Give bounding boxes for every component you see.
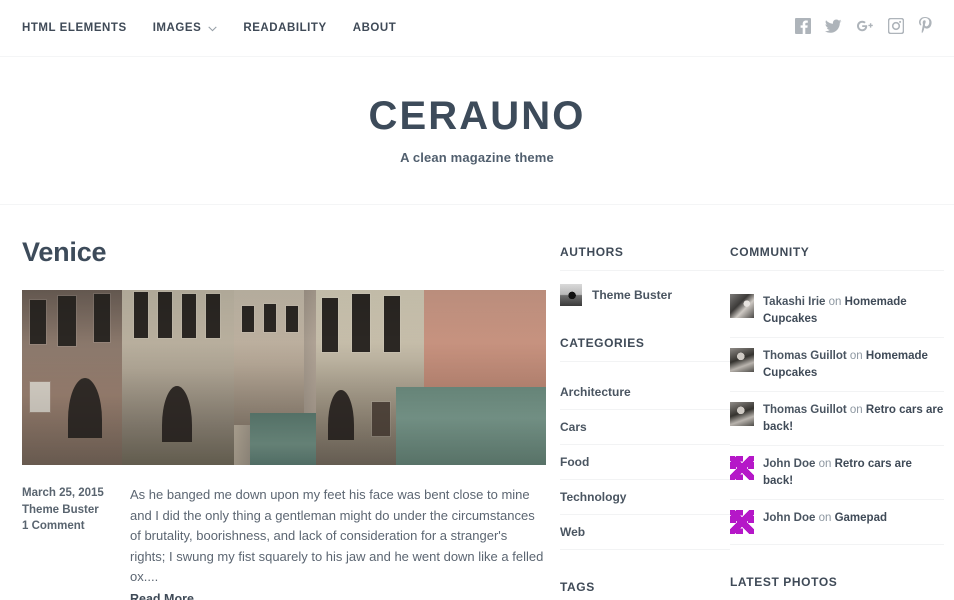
post-excerpt: As he banged me down upon my feet his fa…: [130, 487, 544, 584]
community-comment-text: John Doe on Retro cars are back!: [763, 456, 944, 489]
authors-widget-title: AUTHORS: [560, 245, 730, 271]
instagram-icon[interactable]: [887, 17, 905, 39]
nav-item-label: ABOUT: [352, 22, 397, 34]
nav-item-readability[interactable]: READABILITY: [243, 22, 326, 34]
categories-widget: CATEGORIES Architecture Cars Food Techno…: [560, 336, 730, 550]
main-column: Venice March 25, 2015 Theme Buster 1 Com…: [0, 237, 560, 600]
avatar: [730, 294, 754, 318]
author-name[interactable]: Theme Buster: [592, 288, 672, 302]
sidebar-middle: AUTHORS Theme Buster CATEGORIES Architec…: [560, 237, 730, 600]
comment-preposition: on: [849, 404, 863, 416]
community-comment-item[interactable]: John Doe on Retro cars are back!: [730, 446, 944, 500]
nav-item-html-elements[interactable]: HTML ELEMENTS: [22, 22, 127, 34]
nav-item-about[interactable]: ABOUT: [353, 22, 397, 34]
community-comment-text: John Doe on Gamepad: [763, 510, 887, 527]
site-header: CERAUNO A clean magazine theme: [0, 57, 954, 205]
comment-post-title[interactable]: Gamepad: [835, 512, 887, 524]
main-menu: HTML ELEMENTS IMAGES READABILITY ABOUT: [22, 22, 795, 35]
latest-photos-widget-title: LATEST PHOTOS: [730, 575, 838, 589]
community-comment-item[interactable]: Thomas Guillot on Homemade Cupcakes: [730, 338, 944, 392]
social-links: [795, 17, 932, 39]
nav-item-images[interactable]: IMAGES: [153, 22, 218, 35]
comment-preposition: on: [828, 296, 842, 308]
avatar: [560, 284, 582, 306]
post-excerpt-block: As he banged me down upon my feet his fa…: [130, 485, 546, 600]
avatar: [730, 510, 754, 534]
nav-item-label: READABILITY: [243, 22, 327, 34]
nav-item-label: HTML ELEMENTS: [22, 22, 127, 34]
category-item-food[interactable]: Food: [560, 445, 730, 480]
image-shading: [22, 290, 546, 465]
comment-preposition: on: [849, 350, 863, 362]
community-comment-item[interactable]: Thomas Guillot on Retro cars are back!: [730, 392, 944, 446]
tags-widget-title: TAGS: [560, 580, 595, 594]
category-item-cars[interactable]: Cars: [560, 410, 730, 445]
community-comment-item[interactable]: Takashi Irie on Homemade Cupcakes: [730, 284, 944, 338]
twitter-icon[interactable]: [825, 18, 842, 39]
facebook-icon[interactable]: [795, 17, 811, 39]
community-comment-text: Thomas Guillot on Homemade Cupcakes: [763, 348, 944, 381]
comment-author[interactable]: John Doe: [763, 458, 815, 470]
post-footer: March 25, 2015 Theme Buster 1 Comment As…: [22, 485, 546, 600]
comment-author[interactable]: Thomas Guillot: [763, 404, 847, 416]
read-more-link[interactable]: Read More: [130, 589, 546, 600]
category-item-web[interactable]: Web: [560, 515, 730, 550]
community-widget-title: COMMUNITY: [730, 245, 944, 271]
comment-author[interactable]: Takashi Irie: [763, 296, 825, 308]
post-author[interactable]: Theme Buster: [22, 502, 130, 519]
community-comment-item[interactable]: John Doe on Gamepad: [730, 500, 944, 545]
comment-author[interactable]: Thomas Guillot: [763, 350, 847, 362]
page-content: Venice March 25, 2015 Theme Buster 1 Com…: [0, 205, 954, 600]
tags-widget: TAGS alcohol breakfast cms: [560, 580, 730, 600]
comment-preposition: on: [818, 458, 832, 470]
avatar: [730, 402, 754, 426]
pinterest-icon[interactable]: [918, 17, 932, 39]
author-item[interactable]: Theme Buster: [560, 284, 730, 306]
top-navigation-bar: HTML ELEMENTS IMAGES READABILITY ABOUT: [0, 0, 954, 57]
category-item-architecture[interactable]: Architecture: [560, 375, 730, 410]
google-plus-icon[interactable]: [856, 18, 874, 39]
post-featured-image[interactable]: [22, 290, 546, 465]
avatar: [730, 348, 754, 372]
post-meta: March 25, 2015 Theme Buster 1 Comment: [22, 485, 130, 600]
sidebar-right: COMMUNITY Takashi Irie on Homemade Cupca…: [730, 237, 954, 600]
community-comment-text: Takashi Irie on Homemade Cupcakes: [763, 294, 944, 327]
nav-item-label: IMAGES: [152, 22, 202, 34]
site-title[interactable]: CERAUNO: [369, 96, 586, 136]
post-title[interactable]: Venice: [22, 237, 546, 268]
comment-preposition: on: [818, 512, 832, 524]
post-date: March 25, 2015: [22, 487, 104, 499]
latest-photos-widget: LATEST PHOTOS: [730, 575, 944, 600]
community-comment-text: Thomas Guillot on Retro cars are back!: [763, 402, 944, 435]
post-comment-count[interactable]: 1 Comment: [22, 518, 130, 535]
authors-widget: AUTHORS Theme Buster: [560, 245, 730, 306]
chevron-down-icon: [208, 23, 218, 35]
comment-author[interactable]: John Doe: [763, 512, 815, 524]
avatar: [730, 456, 754, 480]
community-widget: COMMUNITY Takashi Irie on Homemade Cupca…: [730, 245, 944, 545]
categories-widget-title: CATEGORIES: [560, 336, 730, 362]
category-item-technology[interactable]: Technology: [560, 480, 730, 515]
site-tagline: A clean magazine theme: [400, 150, 554, 165]
